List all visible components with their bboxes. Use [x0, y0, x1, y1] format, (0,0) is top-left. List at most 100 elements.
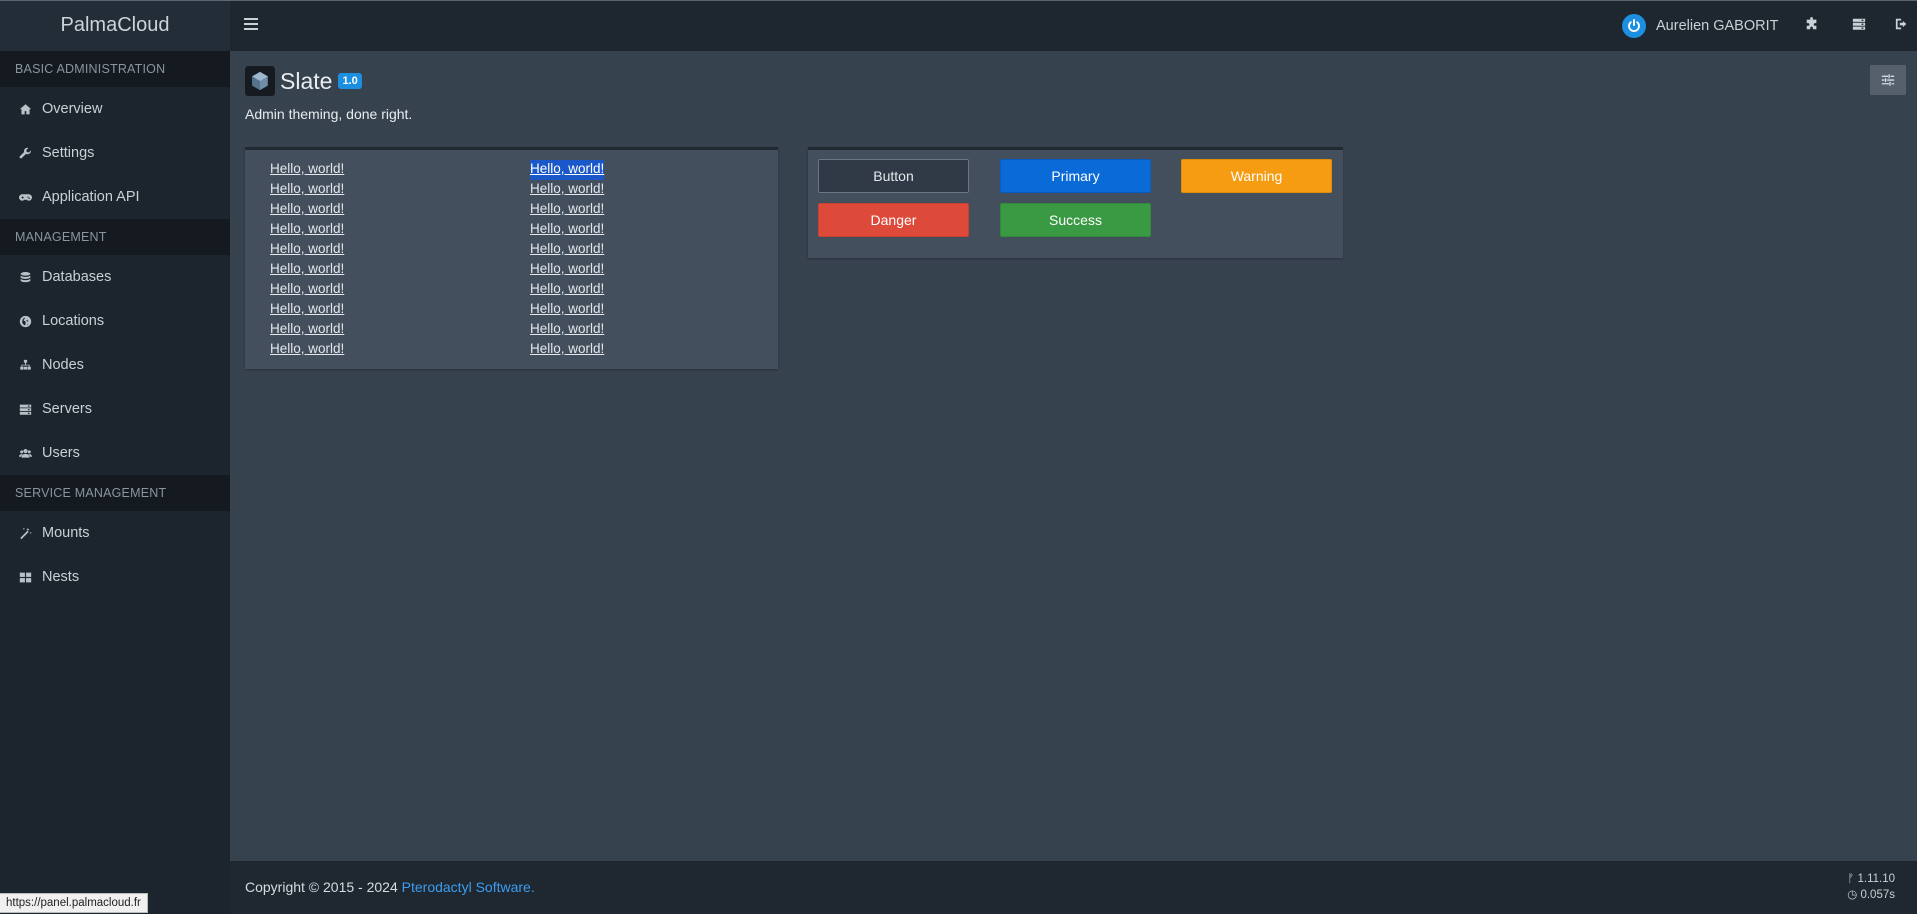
link-row: Hello, world!: [270, 300, 344, 320]
users-icon: [17, 445, 33, 461]
top-navbar: Aurelien GABORIT: [230, 0, 1917, 51]
hello-world-link[interactable]: Hello, world!: [270, 200, 344, 220]
user-menu[interactable]: Aurelien GABORIT: [1622, 14, 1779, 38]
hello-world-link[interactable]: Hello, world!: [270, 340, 344, 360]
hello-world-link[interactable]: Hello, world!: [530, 260, 604, 280]
warning-button[interactable]: Warning: [1181, 159, 1332, 193]
sidebar-section-basic-administration: BASIC ADMINISTRATION: [0, 51, 230, 87]
sidebar-item-settings[interactable]: Settings: [0, 131, 230, 175]
links-panel: Hello, world! Hello, world! Hello, world! H…: [245, 147, 778, 369]
link-row: Hello, world!: [270, 260, 344, 280]
render-time-info: ◷ 0.057s: [1847, 887, 1895, 903]
primary-button[interactable]: Primary: [1000, 159, 1151, 193]
hello-world-link[interactable]: Hello, world!: [270, 220, 344, 240]
default-button[interactable]: Button: [818, 159, 969, 193]
render-time: 0.057s: [1860, 889, 1895, 901]
link-row: Hello, world!: [270, 200, 344, 220]
sliders-icon: [1881, 74, 1895, 86]
sidebar-item-nodes[interactable]: Nodes: [0, 343, 230, 387]
sign-out-icon[interactable]: [1895, 17, 1911, 33]
wrench-icon: [17, 145, 33, 161]
hello-world-link[interactable]: Hello, world!: [530, 320, 604, 340]
link-row: Hello, world!: [530, 320, 604, 340]
link-row: Hello, world!: [530, 280, 604, 300]
sidebar-item-nests[interactable]: Nests: [0, 555, 230, 599]
link-row: Hello, world!: [530, 220, 604, 240]
brand-logo[interactable]: PalmaCloud: [0, 0, 230, 51]
sidebar: PalmaCloud BASIC ADMINISTRATION Overview…: [0, 0, 230, 914]
hello-world-link[interactable]: Hello, world!: [530, 160, 605, 180]
hello-world-link[interactable]: Hello, world!: [270, 180, 344, 200]
main-content: Slate 1.0 Admin theming, done right. Hel…: [230, 51, 1917, 861]
hello-world-link[interactable]: Hello, world!: [530, 180, 604, 200]
links-column-right: Hello, world! Hello, world! Hello, world! H…: [530, 160, 605, 360]
server-list-icon[interactable]: [1852, 17, 1868, 33]
clock-icon: ◷: [1847, 889, 1861, 901]
sidebar-item-label: Application API: [42, 189, 140, 205]
sidebar-item-label: Users: [42, 445, 80, 461]
buttons-panel: Button Primary Warning Danger Success: [808, 147, 1343, 258]
hello-world-link[interactable]: Hello, world!: [270, 300, 344, 320]
sidebar-item-mounts[interactable]: Mounts: [0, 511, 230, 555]
theme-settings-button[interactable]: [1870, 65, 1906, 95]
puzzle-icon[interactable]: [1805, 17, 1821, 33]
grid-icon: [17, 569, 33, 585]
hello-world-link[interactable]: Hello, world!: [270, 260, 344, 280]
pterodactyl-link[interactable]: Pterodactyl Software.: [402, 879, 535, 895]
sidebar-item-label: Overview: [42, 101, 103, 117]
page-title: Slate: [280, 67, 333, 94]
code-fork-icon: ᚠ: [1847, 873, 1858, 885]
sidebar-item-label: Databases: [42, 269, 112, 285]
link-row: Hello, world!: [270, 280, 344, 300]
hello-world-link[interactable]: Hello, world!: [270, 240, 344, 260]
globe-icon: [17, 313, 33, 329]
hello-world-link[interactable]: Hello, world!: [270, 160, 344, 180]
sidebar-item-label: Nodes: [42, 357, 84, 373]
link-row: Hello, world!: [270, 340, 344, 360]
sidebar-toggle-icon[interactable]: [244, 18, 258, 30]
success-button[interactable]: Success: [1000, 203, 1151, 237]
avatar: [1622, 14, 1646, 38]
sidebar-item-label: Settings: [42, 145, 95, 161]
link-row: Hello, world!: [530, 240, 604, 260]
hello-world-link[interactable]: Hello, world!: [270, 280, 344, 300]
sidebar-item-label: Nests: [42, 569, 80, 585]
hello-world-link[interactable]: Hello, world!: [530, 200, 604, 220]
link-row: Hello, world!: [530, 200, 604, 220]
sidebar-item-databases[interactable]: Databases: [0, 255, 230, 299]
hello-world-link[interactable]: Hello, world!: [530, 300, 604, 320]
link-row: Hello, world!: [270, 220, 344, 240]
hello-world-link[interactable]: Hello, world!: [270, 320, 344, 340]
link-row: Hello, world!: [530, 300, 604, 320]
links-column-left: Hello, world! Hello, world! Hello, world! H…: [270, 160, 344, 360]
browser-status-url: https://panel.palmacloud.fr: [0, 893, 148, 913]
link-row: Hello, world!: [270, 320, 344, 340]
page-subtitle: Admin theming, done right.: [245, 106, 413, 122]
hello-world-link[interactable]: Hello, world!: [530, 340, 604, 360]
sidebar-item-overview[interactable]: Overview: [0, 87, 230, 131]
hexagon-icon: [245, 66, 275, 96]
sidebar-item-application-api[interactable]: Application API: [0, 175, 230, 219]
link-row: Hello, world!: [270, 180, 344, 200]
version-number: 1.11.10: [1857, 873, 1895, 885]
hello-world-link[interactable]: Hello, world!: [530, 280, 604, 300]
gamepad-icon: [17, 189, 33, 205]
top-border: [0, 0, 1917, 1]
sidebar-item-users[interactable]: Users: [0, 431, 230, 475]
sidebar-item-label: Locations: [42, 313, 105, 329]
server-icon: [17, 401, 33, 417]
user-name: Aurelien GABORIT: [1656, 18, 1779, 34]
magic-wand-icon: [17, 525, 33, 541]
version-info: ᚠ 1.11.10: [1847, 871, 1895, 887]
hello-world-link[interactable]: Hello, world!: [530, 240, 604, 260]
sidebar-item-locations[interactable]: Locations: [0, 299, 230, 343]
sidebar-section-management: MANAGEMENT: [0, 219, 230, 255]
footer: Copyright © 2015 - 2024 Pterodactyl Soft…: [230, 861, 1917, 914]
hello-world-link[interactable]: Hello, world!: [530, 220, 604, 240]
sidebar-item-label: Mounts: [42, 525, 90, 541]
sidebar-section-service-management: SERVICE MANAGEMENT: [0, 475, 230, 511]
sidebar-item-servers[interactable]: Servers: [0, 387, 230, 431]
danger-button[interactable]: Danger: [818, 203, 969, 237]
version-badge: 1.0: [338, 73, 362, 89]
copyright-prefix: Copyright © 2015 - 2024: [245, 879, 402, 895]
